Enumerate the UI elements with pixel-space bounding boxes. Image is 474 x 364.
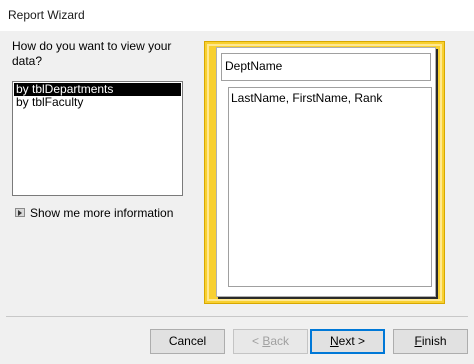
show-more-info-label: Show me more information <box>30 206 174 220</box>
next-button-rest: ext > <box>338 334 366 348</box>
report-preview: DeptName LastName, FirstName, Rank <box>204 41 445 304</box>
detail-fields-label: LastName, FirstName, Rank <box>231 91 383 105</box>
finish-button-mnemonic: F <box>414 334 422 348</box>
back-button[interactable]: < Back <box>233 329 308 354</box>
detail-box: LastName, FirstName, Rank <box>228 87 432 287</box>
button-separator <box>6 316 468 317</box>
cancel-button-label: Cancel <box>168 334 207 348</box>
list-item-by-tblfaculty[interactable]: by tblFaculty <box>14 96 181 109</box>
back-button-rest: ack <box>270 334 290 348</box>
finish-button-rest: inish <box>421 334 447 348</box>
preview-page: DeptName LastName, FirstName, Rank <box>216 47 436 297</box>
next-button[interactable]: Next > <box>310 329 385 354</box>
cancel-button[interactable]: Cancel <box>150 329 225 354</box>
group-header-box: DeptName <box>221 53 431 81</box>
view-question-label: How do you want to view your data? <box>12 39 172 68</box>
next-button-mnemonic: N <box>329 334 339 348</box>
back-button-prefix: < <box>251 334 263 348</box>
finish-button[interactable]: Finish <box>393 329 468 354</box>
title-bar: Report Wizard <box>0 0 474 31</box>
group-field-label: DeptName <box>225 59 283 73</box>
expand-arrow-icon <box>15 208 25 217</box>
window-title: Report Wizard <box>8 8 85 22</box>
view-options-listbox[interactable]: by tblDepartments by tblFaculty <box>12 81 183 196</box>
